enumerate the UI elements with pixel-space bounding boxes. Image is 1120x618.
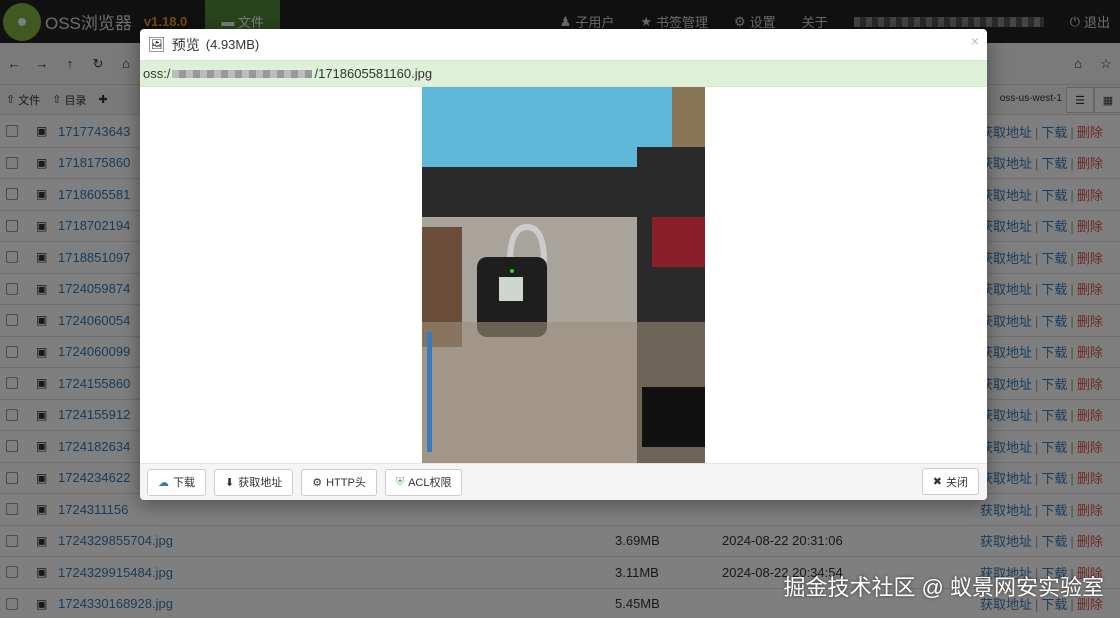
path-prefix: oss:/ <box>143 66 171 81</box>
shield-icon: ⛨ <box>395 475 405 488</box>
modal-close-button[interactable]: ✖ 关闭 <box>921 468 979 495</box>
download-label: 下载 <box>173 477 195 489</box>
preview-body <box>140 87 987 463</box>
close-icon: ✖ <box>932 476 942 488</box>
modal-title: 预览 <box>171 36 200 53</box>
watermark: 掘金技术社区 @ 蚁景网安实验室 <box>783 575 1104 600</box>
modal-file-size: (4.93MB) <box>205 37 260 52</box>
acl-label: ACL权限 <box>408 477 452 489</box>
modal-header: 🖼 预览 (4.93MB) <box>140 29 987 60</box>
path-suffix: /1718605581160.jpg <box>314 66 433 81</box>
http-headers-label: HTTP头 <box>326 477 366 489</box>
close-label: 关闭 <box>946 476 968 489</box>
file-path-bar: oss:/ /1718605581160.jpg <box>140 60 987 87</box>
modal-footer: ☁ 下载 ⬇ 获取地址 ⚙ HTTP头 ⛨ ACL权限 ✖ 关闭 <box>140 463 987 500</box>
preview-modal: 🖼 预览 (4.93MB) × oss:/ /1718605581160.jpg <box>140 29 987 500</box>
acl-button[interactable]: ⛨ ACL权限 <box>384 468 463 496</box>
get-url-button[interactable]: ⬇ 获取地址 <box>214 468 294 496</box>
download-icon: ⬇ <box>225 476 235 489</box>
close-icon[interactable]: × <box>971 33 979 49</box>
cloud-download-icon: ☁ <box>158 476 169 489</box>
preview-image <box>422 87 705 463</box>
download-button[interactable]: ☁ 下载 <box>147 468 206 496</box>
get-url-label: 获取地址 <box>238 477 283 489</box>
gear-icon: ⚙ <box>312 476 323 489</box>
path-redacted <box>172 69 313 78</box>
http-headers-button[interactable]: ⚙ HTTP头 <box>301 468 377 496</box>
image-icon: 🖼 <box>148 36 166 52</box>
